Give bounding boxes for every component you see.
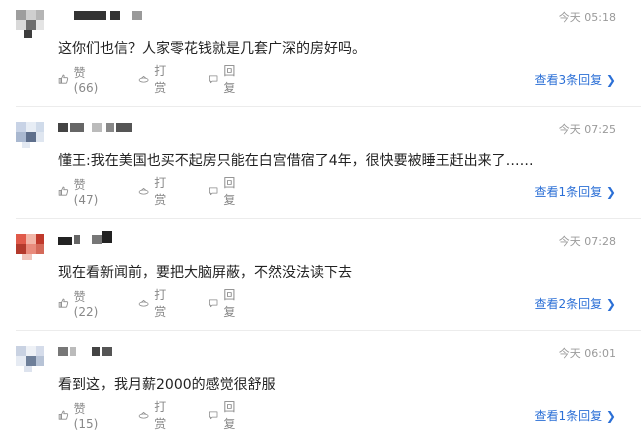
divider: [16, 330, 641, 331]
view-replies-link[interactable]: 查看1条回复 ❯: [534, 183, 616, 200]
reward-label: 打赏: [154, 64, 167, 95]
comment-item: 今天 07:28 现在看新闻前，要把大脑屏蔽，不然没法读下去 赞(22) 打赏 …: [0, 224, 641, 336]
comment-text: 现在看新闻前，要把大脑屏蔽，不然没法读下去: [58, 265, 352, 281]
like-button[interactable]: 赞(15): [58, 402, 102, 431]
reward-button[interactable]: 打赏: [138, 288, 171, 319]
avatar[interactable]: [16, 10, 46, 40]
thumbs-up-icon: [58, 74, 69, 84]
reply-label: 回复: [223, 64, 236, 95]
reward-button[interactable]: 打赏: [138, 400, 171, 431]
like-count: 赞(15): [73, 401, 99, 431]
avatar[interactable]: [16, 346, 46, 376]
comment-bubble-icon: [209, 75, 218, 84]
comment-bubble-icon: [209, 411, 218, 420]
thumbs-up-icon: [58, 410, 69, 420]
like-button[interactable]: 赞(66): [58, 66, 102, 95]
reply-button[interactable]: 回复: [208, 176, 240, 207]
timestamp: 今天 06:01: [558, 347, 616, 360]
like-count: 赞(66): [73, 65, 99, 95]
reply-button[interactable]: 回复: [208, 400, 240, 431]
reply-button[interactable]: 回复: [208, 288, 240, 319]
view-replies-link[interactable]: 查看1条回复 ❯: [534, 407, 616, 424]
reply-label: 回复: [223, 400, 236, 431]
like-count: 赞(22): [73, 289, 99, 319]
timestamp: 今天 05:18: [558, 11, 616, 24]
divider: [16, 218, 641, 219]
comment-text: 看到这，我月薪2000的感觉很舒服: [58, 377, 276, 393]
coin-icon: [138, 411, 149, 419]
like-count: 赞(47): [73, 177, 99, 207]
coin-icon: [138, 299, 149, 307]
comment-item: 今天 07:25 懂王:我在美国也买不起房只能在白宫借宿了4年，很快要被睡王赶出…: [0, 112, 641, 224]
comment-text: 这你们也信？人家零花钱就是几套广深的房好吗。: [58, 41, 366, 57]
divider: [16, 106, 641, 107]
reply-label: 回复: [223, 288, 236, 319]
timestamp: 今天 07:28: [558, 235, 616, 248]
avatar[interactable]: [16, 122, 46, 152]
timestamp: 今天 07:25: [558, 123, 616, 136]
comment-item: 今天 06:01 看到这，我月薪2000的感觉很舒服 赞(15) 打赏 回复 查…: [0, 336, 641, 448]
reward-button[interactable]: 打赏: [138, 64, 171, 95]
view-replies-link[interactable]: 查看2条回复 ❯: [534, 295, 616, 312]
coin-icon: [138, 187, 149, 195]
avatar[interactable]: [16, 234, 46, 264]
reward-label: 打赏: [154, 288, 167, 319]
reward-label: 打赏: [154, 400, 167, 431]
thumbs-up-icon: [58, 186, 69, 196]
like-button[interactable]: 赞(22): [58, 290, 102, 319]
coin-icon: [138, 75, 149, 83]
reward-button[interactable]: 打赏: [138, 176, 171, 207]
comment-text: 懂王:我在美国也买不起房只能在白宫借宿了4年，很快要被睡王赶出来了……: [58, 153, 534, 169]
view-replies-link[interactable]: 查看3条回复 ❯: [534, 71, 616, 88]
like-button[interactable]: 赞(47): [58, 178, 102, 207]
reward-label: 打赏: [154, 176, 167, 207]
comment-bubble-icon: [209, 299, 218, 308]
comment-bubble-icon: [209, 187, 218, 196]
reply-label: 回复: [223, 176, 236, 207]
reply-button[interactable]: 回复: [208, 64, 240, 95]
comment-item: 今天 05:18 这你们也信？人家零花钱就是几套广深的房好吗。 赞(66) 打赏…: [0, 0, 641, 112]
thumbs-up-icon: [58, 298, 69, 308]
